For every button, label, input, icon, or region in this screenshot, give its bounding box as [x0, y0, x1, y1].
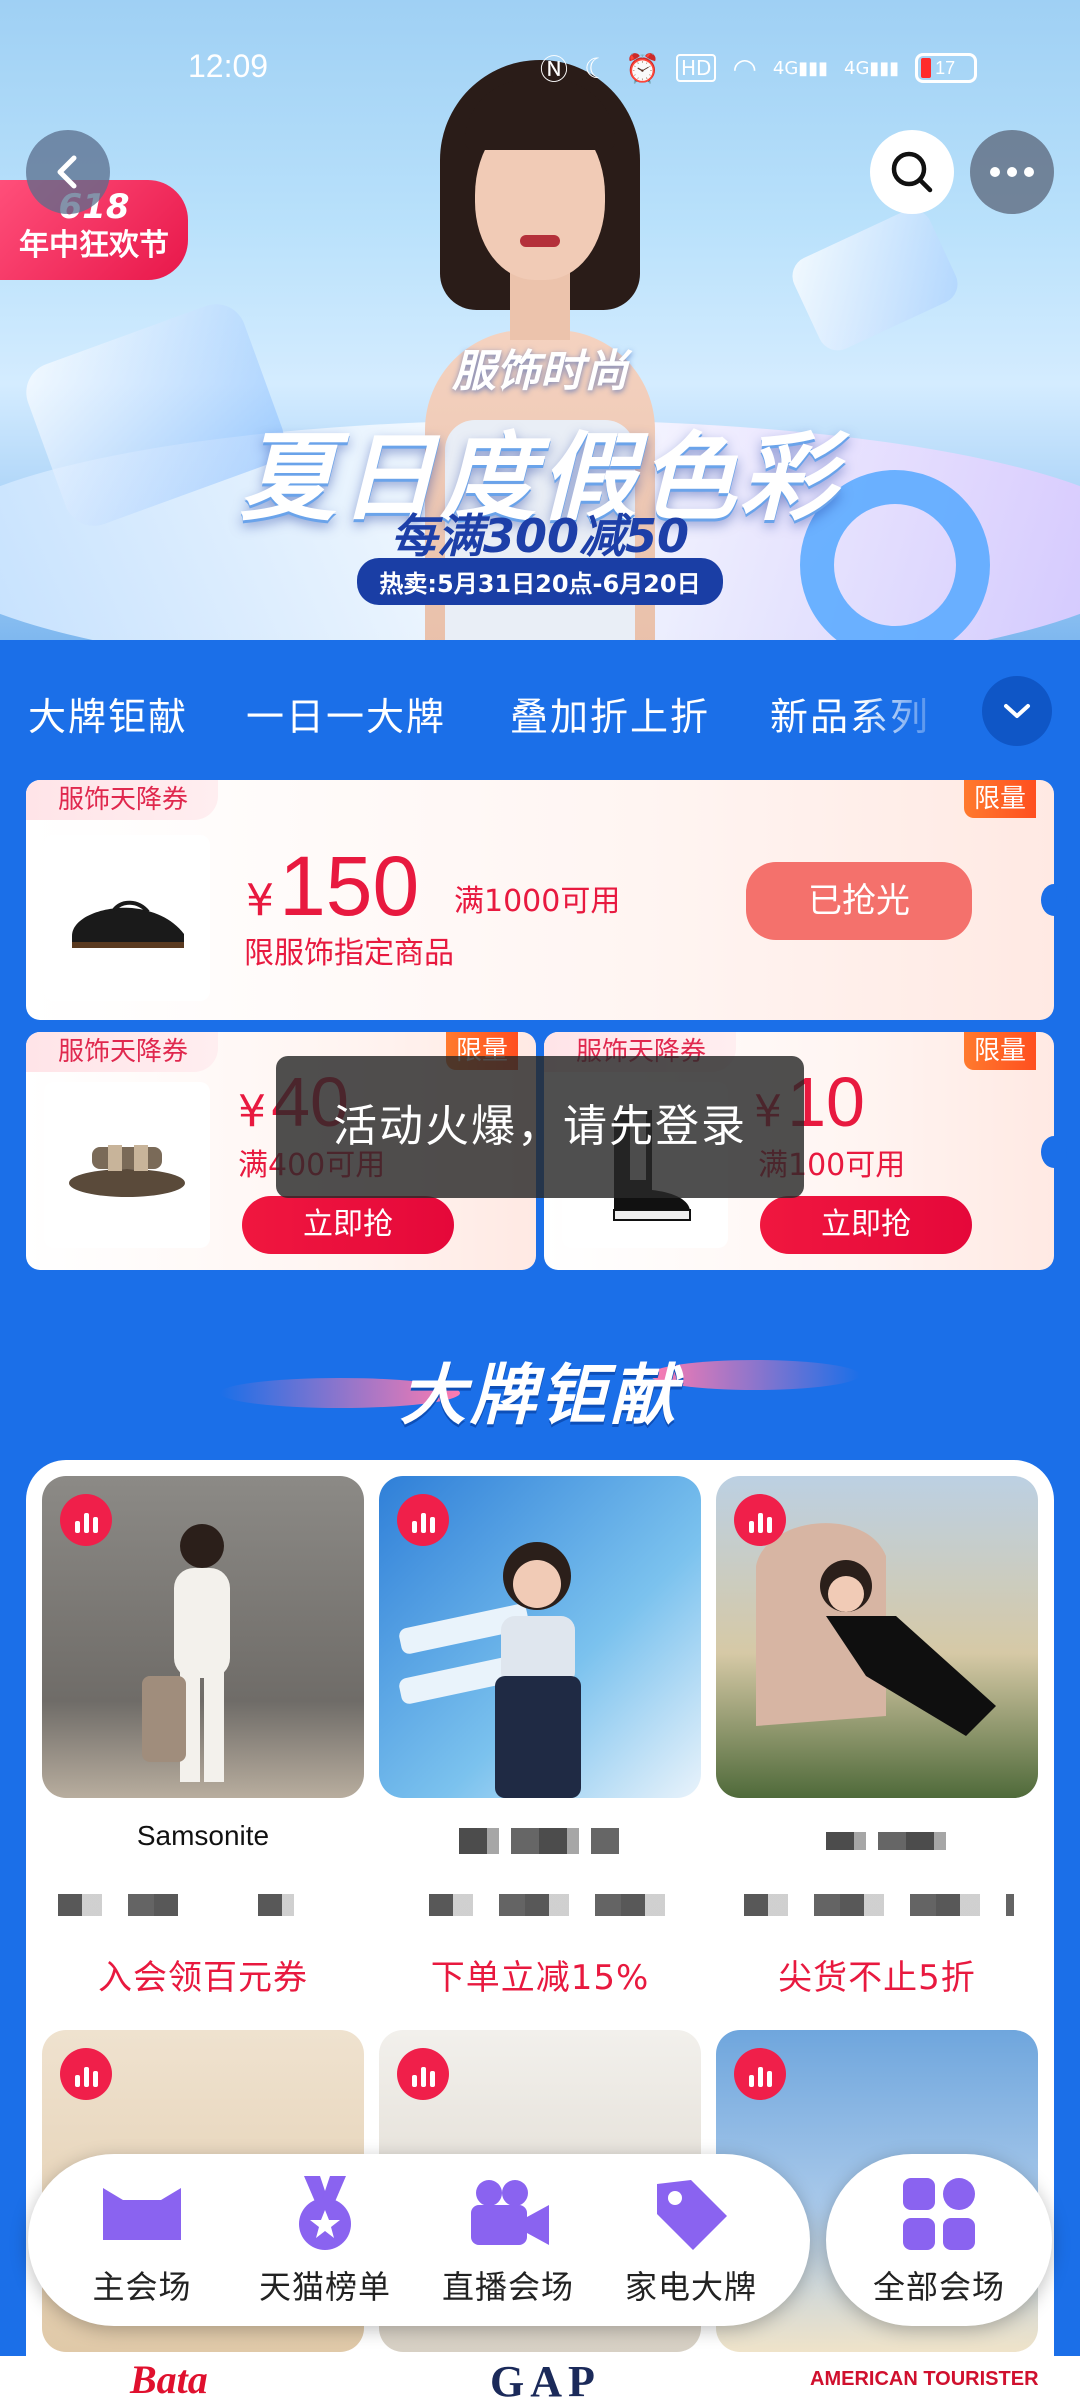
grab-button[interactable]: 立即抢: [760, 1196, 972, 1254]
search-icon: [891, 151, 933, 193]
brand-logos-row: Bata GAP AMERICAN TOURISTER: [0, 2356, 1080, 2400]
brand-card[interactable]: 尖货不止5折: [716, 1476, 1038, 1998]
tag-icon: [657, 2180, 727, 2250]
nav-label: 直播会场: [441, 2268, 574, 2306]
hd-icon: HD: [676, 54, 717, 82]
back-icon: [57, 155, 77, 189]
nav-label: 天猫榜单: [258, 2268, 391, 2306]
tab-brand-deals[interactable]: 大牌钜献: [28, 686, 188, 741]
moon-icon: ☾: [584, 51, 610, 85]
category-tabs: 大牌钜献 一日一大牌 叠加折上折 新品系列: [0, 676, 1080, 752]
search-button[interactable]: [870, 130, 954, 214]
coupon-amount: 150: [279, 839, 420, 933]
nfc-icon: Ⓝ: [540, 53, 569, 86]
nav-tmall-ranking[interactable]: 天猫榜单: [245, 2174, 405, 2308]
blurred-text: [744, 1894, 1014, 1916]
blurred-brand-logo: [459, 1828, 619, 1854]
chevron-down-icon: [1004, 704, 1030, 718]
video-camera-icon: [471, 2180, 549, 2245]
limit-badge: 限量: [963, 1032, 1036, 1070]
battery-level: 17: [935, 57, 956, 78]
live-icon: [734, 2048, 786, 2100]
festival-badge-text: 年中狂欢节: [19, 228, 169, 263]
blurred-text: [258, 1894, 294, 1916]
wifi-icon: ◠: [732, 51, 757, 85]
nav-all-venues[interactable]: 全部会场: [826, 2154, 1052, 2326]
coupon-condition: 满1000可用: [454, 884, 621, 919]
back-button[interactable]: [26, 130, 110, 214]
product-image-shoe: [44, 835, 210, 1001]
brand-promo: 入会领百元券: [98, 1958, 308, 1998]
login-toast: 活动火爆，请先登录: [276, 1056, 804, 1198]
hero-glass-decoration: [785, 202, 965, 358]
product-image-sandal: [44, 1082, 210, 1248]
limit-badge: 限量: [963, 780, 1036, 818]
live-icon: [397, 2048, 449, 2100]
status-time: 12:09: [188, 48, 269, 84]
signal-label: 4G: [772, 57, 799, 79]
live-icon: [60, 2048, 112, 2100]
hero-offer: 每满300减50: [390, 509, 690, 563]
brand-card[interactable]: Samsonite 入会领百元券: [42, 1476, 364, 1998]
live-icon: [60, 1494, 112, 1546]
coupon-tag: 服饰天降券: [26, 780, 219, 820]
blurred-text: [58, 1894, 178, 1916]
brand-logo: AMERICAN TOURISTER: [810, 2368, 1039, 2390]
alarm-icon: ⏰: [625, 51, 660, 85]
nav-main-venue[interactable]: 主会场: [62, 2174, 222, 2308]
coupon-notch: [1041, 884, 1067, 916]
sold-out-button[interactable]: 已抢光: [746, 862, 972, 940]
brand-logo: Samsonite: [136, 1820, 270, 1851]
bottom-nav: 主会场 天猫榜单 直播会场 家电大牌: [28, 2154, 810, 2326]
coupon-tag: 服饰天降券: [26, 1032, 219, 1072]
blurred-brand-logo: [826, 1832, 956, 1850]
medal-icon: [299, 2176, 351, 2250]
tabs-expand-button[interactable]: [982, 676, 1052, 746]
brand-promo: 尖货不止5折: [778, 1958, 976, 1998]
brand-logo: GAP: [490, 2357, 601, 2400]
more-icon: [990, 167, 1034, 177]
brand-image: [379, 1476, 701, 1798]
live-icon: [734, 1494, 786, 1546]
coupon-notch: [1041, 1136, 1067, 1168]
hero-date: 热卖:5月31日20点-6月20日: [357, 558, 723, 605]
battery-icon: 17: [915, 53, 978, 83]
nav-label: 家电大牌: [624, 2268, 757, 2306]
section-title: 大牌钜献: [400, 1357, 680, 1434]
nav-live-venue[interactable]: 直播会场: [428, 2174, 588, 2308]
tab-stacked-discount[interactable]: 叠加折上折: [510, 686, 710, 741]
signal-icon: 4G▮▮▮: [844, 57, 900, 79]
brand-image: [42, 1476, 364, 1798]
brand-image: [716, 1476, 1038, 1798]
nav-appliance-brands[interactable]: 家电大牌: [611, 2174, 771, 2308]
cat-head-icon: [103, 2188, 181, 2240]
grab-button[interactable]: 立即抢: [242, 1196, 454, 1254]
grid-icon: [903, 2178, 975, 2250]
more-button[interactable]: [970, 130, 1054, 214]
nav-label: 全部会场: [872, 2268, 1005, 2306]
currency-symbol: ¥: [238, 1086, 266, 1137]
signal-icon: 4G▮▮▮: [772, 57, 829, 79]
coupon-main: 服饰天降券 限量 ¥ 150 满1000可用 限服饰指定商品 已抢光: [26, 780, 1054, 1020]
live-icon: [397, 1494, 449, 1546]
blurred-text: [429, 1894, 679, 1916]
brand-logo: Bata: [130, 2357, 208, 2400]
status-bar: 12:09 Ⓝ ☾ ⏰ HD ◠ 4G▮▮▮ 4G▮▮▮ 17: [0, 0, 1080, 130]
hero-subtitle: 服饰时尚: [452, 346, 628, 397]
brand-card[interactable]: 下单立减15%: [379, 1476, 701, 1998]
signal-label: 4G: [844, 57, 870, 79]
nav-label: 主会场: [92, 2268, 192, 2306]
section-header: 大牌钜献: [0, 1320, 1080, 1440]
currency-symbol: ¥: [246, 875, 274, 926]
tab-daily-brand[interactable]: 一日一大牌: [246, 686, 446, 741]
brand-promo: 下单立减15%: [430, 1958, 650, 1998]
coupon-note: 限服饰指定商品: [244, 936, 454, 971]
coupon-price: ¥ 150: [246, 838, 419, 935]
